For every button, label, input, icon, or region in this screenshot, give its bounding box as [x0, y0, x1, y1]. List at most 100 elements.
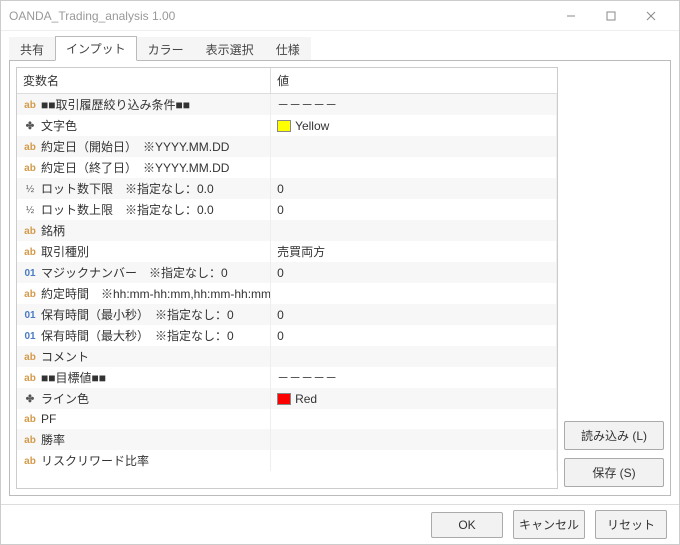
- param-value-label: 0: [277, 266, 284, 280]
- param-value-cell[interactable]: 売買両方: [271, 241, 557, 262]
- param-row[interactable]: 01保有時間（最小秒） ※指定なし：0 0: [17, 304, 557, 325]
- param-row[interactable]: ab ■■取引履歴絞り込み条件■■ －－－－－: [17, 94, 557, 116]
- param-name-cell: abコメント: [17, 346, 271, 367]
- param-row[interactable]: 01保有時間（最大秒） ※指定なし：00: [17, 325, 557, 346]
- param-value-cell[interactable]: 0: [271, 325, 557, 346]
- param-name-cell: 01保有時間（最小秒） ※指定なし：0: [17, 304, 271, 325]
- param-value-cell[interactable]: Yellow: [271, 115, 557, 136]
- string-type-icon: ab: [23, 373, 37, 384]
- col-header-value[interactable]: 値: [271, 68, 557, 94]
- param-value-cell[interactable]: Red: [271, 388, 557, 409]
- load-button[interactable]: 読み込み (L): [564, 421, 664, 450]
- tab-spec[interactable]: 仕様: [265, 37, 311, 61]
- minimize-button[interactable]: [551, 2, 591, 30]
- param-row[interactable]: ab約定日（終了日） ※YYYY.MM.DD: [17, 157, 557, 178]
- col-header-name[interactable]: 変数名: [17, 68, 271, 94]
- param-name-label: マジックナンバー ※指定なし：0: [41, 266, 228, 280]
- dialog-window: OANDA_Trading_analysis 1.00 共有 インプット カラー…: [0, 0, 680, 545]
- param-value-cell[interactable]: [271, 220, 557, 241]
- param-value-cell[interactable]: 0: [271, 199, 557, 220]
- param-row[interactable]: abコメント: [17, 346, 557, 367]
- color-swatch-icon: [277, 393, 291, 405]
- param-name-label: 取引種別: [41, 245, 89, 259]
- param-value-label: 0: [277, 308, 284, 322]
- param-name-label: 銘柄: [41, 224, 65, 238]
- param-value-cell[interactable]: [271, 157, 557, 178]
- string-type-icon: ab: [23, 435, 37, 446]
- param-name-cell: ab約定日（終了日） ※YYYY.MM.DD: [17, 157, 271, 178]
- color-type-icon: ✤: [23, 394, 37, 405]
- param-value-cell[interactable]: 0: [271, 304, 557, 325]
- string-type-icon: ab: [23, 414, 37, 425]
- tab-color[interactable]: カラー: [137, 37, 195, 61]
- string-type-icon: ab: [23, 100, 37, 111]
- param-name-cell: abPF: [17, 409, 271, 429]
- param-name-cell: ½ロット数下限 ※指定なし：0.0: [17, 178, 271, 199]
- param-name-label: ■■取引履歴絞り込み条件■■: [41, 98, 190, 112]
- param-value-cell[interactable]: [271, 450, 557, 471]
- param-name-cell: ½ ロット数上限 ※指定なし：0.0: [17, 199, 271, 220]
- tab-share[interactable]: 共有: [9, 37, 55, 61]
- maximize-button[interactable]: [591, 2, 631, 30]
- string-type-icon: ab: [23, 247, 37, 258]
- string-type-icon: ab: [23, 226, 37, 237]
- reset-button[interactable]: リセット: [595, 510, 667, 539]
- param-row[interactable]: ab 勝率: [17, 429, 557, 450]
- param-name-cell: ab リスクリワード比率: [17, 450, 271, 471]
- param-row[interactable]: abPF: [17, 409, 557, 429]
- param-value-cell[interactable]: [271, 346, 557, 367]
- titlebar: OANDA_Trading_analysis 1.00: [1, 1, 679, 31]
- content-area: 共有 インプット カラー 表示選択 仕様 変数名 値 ab ■■取引履歴絞り込み条…: [1, 31, 679, 504]
- param-value-label: 0: [277, 329, 284, 343]
- param-name-label: 約定日（終了日） ※YYYY.MM.DD: [41, 161, 229, 175]
- param-name-label: ■■目標値■■: [41, 371, 106, 385]
- param-value-label: －－－－－: [277, 98, 337, 112]
- tab-bar: 共有 インプット カラー 表示選択 仕様: [9, 37, 671, 61]
- close-button[interactable]: [631, 2, 671, 30]
- tab-display[interactable]: 表示選択: [195, 37, 265, 61]
- param-name-label: 約定日（開始日） ※YYYY.MM.DD: [41, 140, 229, 154]
- param-name-cell: ab ■■取引履歴絞り込み条件■■: [17, 94, 271, 116]
- param-row[interactable]: ab約定時間 ※hh:mm-hh:mm,hh:mm-hh:mm: [17, 283, 557, 304]
- cancel-button[interactable]: キャンセル: [513, 510, 585, 539]
- ok-button[interactable]: OK: [431, 512, 503, 538]
- param-value-label: －－－－－: [277, 371, 337, 385]
- footer-bar: OK キャンセル リセット: [1, 504, 679, 544]
- param-name-label: 文字色: [41, 119, 77, 133]
- param-name-label: 約定時間 ※hh:mm-hh:mm,hh:mm-hh:mm: [41, 287, 271, 301]
- param-name-label: コメント: [41, 350, 89, 364]
- param-name-label: リスクリワード比率: [41, 454, 149, 468]
- param-name-cell: 01マジックナンバー ※指定なし：0: [17, 262, 271, 283]
- param-row[interactable]: ½ ロット数上限 ※指定なし：0.0 0: [17, 199, 557, 220]
- param-value-cell[interactable]: －－－－－: [271, 94, 557, 116]
- param-name-cell: ab 約定日（開始日） ※YYYY.MM.DD: [17, 136, 271, 157]
- param-value-label: 0: [277, 203, 284, 217]
- param-value-cell[interactable]: 0: [271, 262, 557, 283]
- string-type-icon: ab: [23, 142, 37, 153]
- param-name-label: ロット数上限 ※指定なし：0.0: [41, 203, 214, 217]
- param-name-label: 勝率: [41, 433, 65, 447]
- param-row[interactable]: ab 約定日（開始日） ※YYYY.MM.DD: [17, 136, 557, 157]
- param-value-cell[interactable]: [271, 136, 557, 157]
- param-row[interactable]: ✤ 文字色 Yellow: [17, 115, 557, 136]
- param-row[interactable]: ab 取引種別 売買両方: [17, 241, 557, 262]
- param-value-label: 売買両方: [277, 245, 325, 259]
- param-value-label: Red: [295, 392, 317, 406]
- param-value-cell[interactable]: 0: [271, 178, 557, 199]
- tab-panel: 変数名 値 ab■■取引履歴絞り込み条件■■－－－－－✤文字色Yellowab約…: [9, 60, 671, 496]
- param-row[interactable]: ✤ライン色Red: [17, 388, 557, 409]
- param-row[interactable]: ab ■■目標値■■ －－－－－: [17, 367, 557, 388]
- param-value-cell[interactable]: [271, 409, 557, 429]
- param-row[interactable]: 01マジックナンバー ※指定なし：0 0: [17, 262, 557, 283]
- param-row[interactable]: ab リスクリワード比率: [17, 450, 557, 471]
- param-row[interactable]: ½ロット数下限 ※指定なし：0.00: [17, 178, 557, 199]
- param-value-cell[interactable]: －－－－－: [271, 367, 557, 388]
- string-type-icon: ab: [23, 456, 37, 467]
- param-value-cell[interactable]: [271, 429, 557, 450]
- param-value-cell[interactable]: [271, 283, 557, 304]
- param-row[interactable]: ab 銘柄: [17, 220, 557, 241]
- double-type-icon: ½: [23, 205, 37, 216]
- tab-input[interactable]: インプット: [55, 36, 137, 61]
- save-button[interactable]: 保存 (S): [564, 458, 664, 487]
- color-type-icon: ✤: [23, 121, 37, 132]
